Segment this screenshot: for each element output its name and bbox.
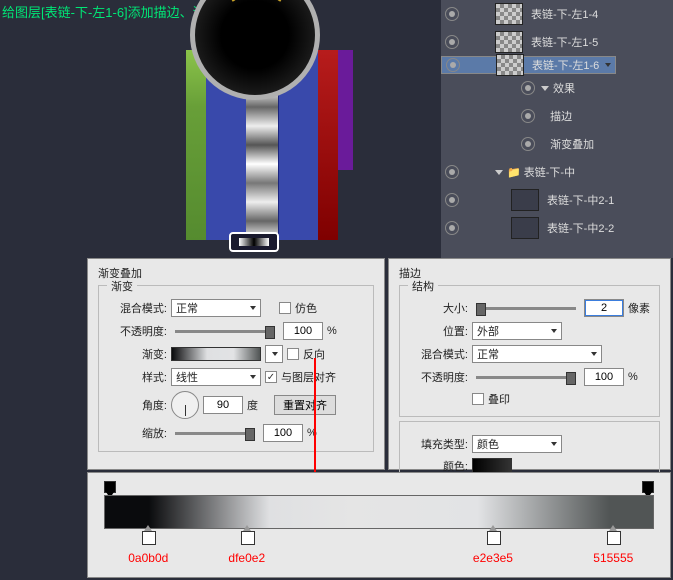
stroke-opacity-input[interactable] xyxy=(584,368,624,386)
visibility-icon[interactable] xyxy=(445,7,459,21)
gradient-preview[interactable] xyxy=(171,347,261,361)
color-stop[interactable] xyxy=(142,531,154,545)
layer-row[interactable]: 表链-下-中2-1 xyxy=(441,186,673,214)
size-slider[interactable] xyxy=(476,307,576,310)
style-select[interactable]: 线性 xyxy=(171,368,261,386)
size-input[interactable] xyxy=(584,299,624,317)
gradient-overlay-panel: 渐变叠加 渐变 混合模式:正常仿色 不透明度:% 渐变:反向 样式:线性与图层对… xyxy=(87,258,385,470)
folder-icon: 📁 xyxy=(507,166,521,179)
stop-label: 515555 xyxy=(593,551,633,565)
blend-mode-select[interactable]: 正常 xyxy=(171,299,261,317)
stroke-opacity-slider[interactable] xyxy=(476,376,576,379)
visibility-icon[interactable] xyxy=(445,35,459,49)
color-stop[interactable] xyxy=(607,531,619,545)
layer-name: 表链-下-左1-5 xyxy=(531,34,598,50)
gradient-track[interactable] xyxy=(104,495,654,529)
angle-input[interactable] xyxy=(203,396,243,414)
reverse-checkbox[interactable] xyxy=(287,348,299,360)
layers-panel: 表链-下-左1-4 表链-下-左1-5 表链-下-左1-6 效果 描边 渐变叠加… xyxy=(441,0,673,258)
opacity-input[interactable] xyxy=(283,322,323,340)
angle-dial[interactable] xyxy=(171,391,199,419)
fx-row[interactable]: 效果 xyxy=(517,74,673,102)
panel-title: 渐变叠加 xyxy=(98,265,374,281)
opacity-stop[interactable] xyxy=(104,481,116,493)
preview-area xyxy=(130,0,360,258)
selected-segment xyxy=(229,232,279,252)
stop-label: 0a0b0d xyxy=(128,551,168,565)
opacity-stop[interactable] xyxy=(642,481,654,493)
color-stop[interactable] xyxy=(241,531,253,545)
scale-slider[interactable] xyxy=(175,432,255,435)
overprint-checkbox[interactable] xyxy=(472,393,484,405)
scale-input[interactable] xyxy=(263,424,303,442)
layer-name: 表链-下-左1-6 xyxy=(532,57,599,73)
stop-label: e2e3e5 xyxy=(473,551,513,565)
align-checkbox[interactable] xyxy=(265,371,277,383)
fx-item[interactable]: 描边 xyxy=(517,102,673,130)
dither-checkbox[interactable] xyxy=(279,302,291,314)
visibility-icon[interactable] xyxy=(445,193,459,207)
layer-row-selected[interactable]: 表链-下-左1-6 xyxy=(441,56,616,74)
position-select[interactable]: 外部 xyxy=(472,322,562,340)
color-stop[interactable] xyxy=(487,531,499,545)
visibility-icon[interactable] xyxy=(521,137,535,151)
stroke-blend-select[interactable]: 正常 xyxy=(472,345,602,363)
gradient-dropdown[interactable] xyxy=(265,345,283,363)
panel-title: 描边 xyxy=(399,265,660,281)
gradient-editor: 0a0b0d dfe0e2 e2e3e5 515555 xyxy=(87,472,671,578)
layer-name: 表链-下-左1-4 xyxy=(531,6,598,22)
reset-align-button[interactable]: 重置对齐 xyxy=(274,395,336,415)
fx-item[interactable]: 渐变叠加 xyxy=(517,130,673,158)
layer-row[interactable]: 表链-下-左1-4 xyxy=(441,0,673,28)
layer-row[interactable]: 表链-下-中2-2 xyxy=(441,214,673,242)
layer-row[interactable]: 表链-下-左1-5 xyxy=(441,28,673,56)
stop-label: dfe0e2 xyxy=(228,551,265,565)
visibility-icon[interactable] xyxy=(521,81,535,95)
visibility-icon[interactable] xyxy=(446,58,460,72)
visibility-icon[interactable] xyxy=(521,109,535,123)
fill-type-select[interactable]: 颜色 xyxy=(472,435,562,453)
stroke-panel: 描边 结构 大小:像素 位置:外部 混合模式:正常 不透明度:% 叠印 填充类型… xyxy=(388,258,671,470)
layer-folder[interactable]: 📁 表链-下-中 xyxy=(441,158,673,186)
visibility-icon[interactable] xyxy=(445,221,459,235)
opacity-slider[interactable] xyxy=(175,330,275,333)
visibility-icon[interactable] xyxy=(445,165,459,179)
